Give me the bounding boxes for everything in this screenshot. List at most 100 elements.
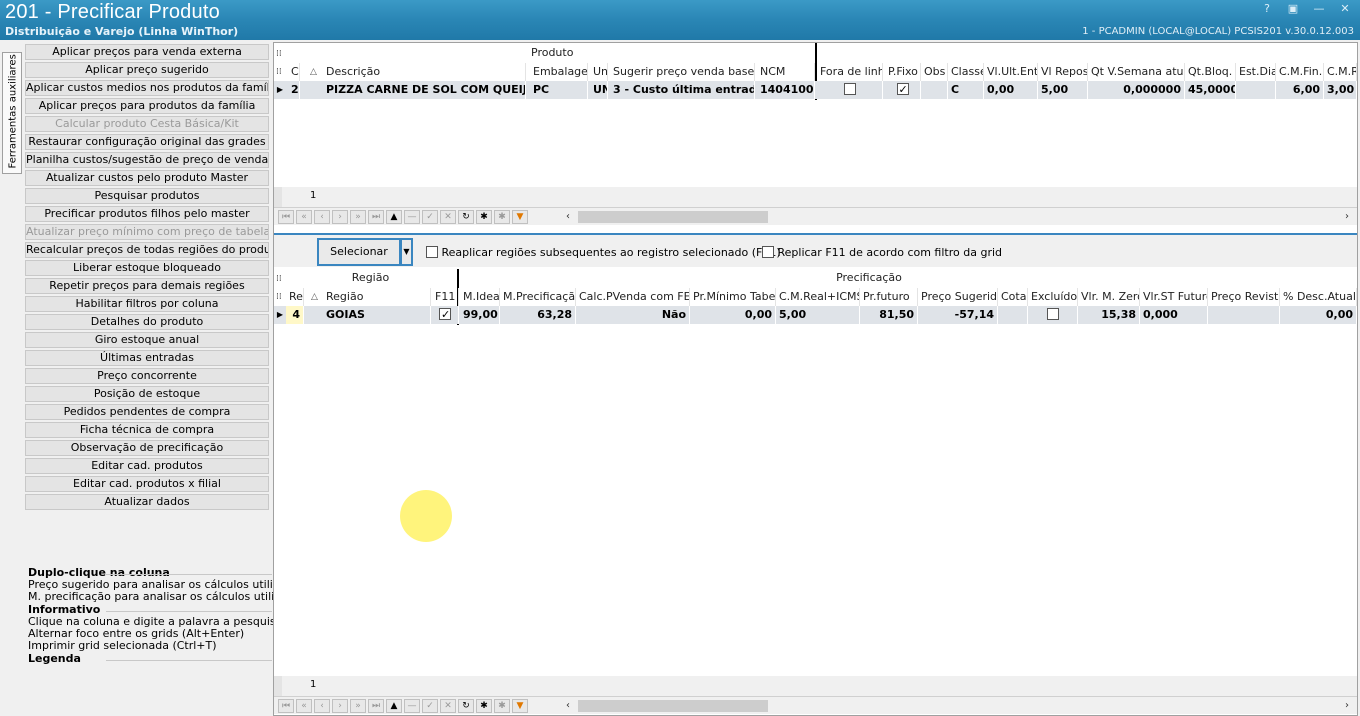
sidebar-button[interactable]: Recalcular preços de todas regiões do pr… [25,242,269,258]
cell-calc-fecp[interactable]: Não [576,306,690,324]
minimize-icon[interactable]: — [1312,2,1326,16]
cancel-icon[interactable]: ✕ [440,210,456,224]
restore-icon[interactable]: ▣ [1286,2,1300,16]
sidebar-button[interactable]: Observação de precificação [25,440,269,456]
sidebar-button[interactable]: Precificar produtos filhos pelo master [25,206,269,222]
column-header[interactable]: Excluído? [1028,288,1078,306]
first-record-icon[interactable]: ⏮ [278,210,294,224]
column-header[interactable]: Preço Sugerido [918,288,998,306]
cell-descricao[interactable]: PIZZA CARNE DE SOL COM QUEIJO [323,81,526,99]
column-header[interactable]: Vlr. M. Zero [1078,288,1140,306]
table-row[interactable]: ▶ 240 PIZZA CARNE DE SOL COM QUEIJOPCUN3 -… [274,81,1357,99]
scroll-left-icon[interactable]: ‹ [560,209,576,225]
chevron-down-icon[interactable]: ▼ [401,238,413,266]
sidebar-button[interactable]: Repetir preços para demais regiões [25,278,269,294]
sidebar-button[interactable]: Editar cad. produtos x filial [25,476,269,492]
cell-classe[interactable]: C [948,81,984,99]
sidebar-button[interactable]: Aplicar custos medios nos produtos da fa… [25,80,269,96]
column-header[interactable]: Classe [948,63,984,81]
sidebar-button[interactable]: Posição de estoque [25,386,269,402]
delete-icon[interactable]: — [404,699,420,713]
close-icon[interactable]: ✕ [1338,2,1352,16]
sidebar-button[interactable]: Atualizar custos pelo produto Master [25,170,269,186]
column-header[interactable]: C.M.Real+ICMS [776,288,860,306]
column-header[interactable]: Cota [998,288,1028,306]
cell-qt-semana[interactable]: 0,000000 [1088,81,1185,99]
sidebar-button[interactable]: Giro estoque anual [25,332,269,348]
sidebar-button[interactable]: Aplicar preços para produtos da família [25,98,269,114]
sidebar-button[interactable]: Editar cad. produtos [25,458,269,474]
sidebar-button[interactable]: Aplicar preços para venda externa [25,44,269,60]
asterisk-icon[interactable]: ✱ [476,210,492,224]
first-record-icon[interactable]: ⏮ [278,699,294,713]
cell-vlr-m-zero[interactable]: 15,38 [1078,306,1140,324]
sidebar-button[interactable]: Restaurar configuração original das grad… [25,134,269,150]
column-header[interactable]: Sugerir preço venda baseado [610,63,755,81]
bookmark-icon[interactable]: ✱ [494,210,510,224]
cell-excluido[interactable] [1028,306,1078,324]
cell-cm-real[interactable]: 5,00 [776,306,860,324]
cell-qt-bloq[interactable]: 45,00000 [1185,81,1236,99]
cell-preco-revista[interactable] [1208,306,1280,324]
help-icon[interactable]: ? [1260,2,1274,16]
prior-page-icon[interactable]: « [296,699,312,713]
sort-ascending-icon[interactable]: △ [311,288,318,306]
selecionar-button[interactable]: Selecionar [317,238,401,266]
column-header[interactable]: Cóc [288,63,300,81]
refresh-icon[interactable]: ↻ [458,210,474,224]
last-record-icon[interactable]: ⏭ [368,699,384,713]
cell-f11[interactable] [432,306,459,324]
scroll-right-icon[interactable]: › [1339,698,1355,714]
cell-ncm[interactable]: 14041000 [757,81,815,99]
column-header[interactable]: Vl Repos. [1038,63,1088,81]
cell-sugerir[interactable]: 3 - Custo última entrada [610,81,755,99]
next-page-icon[interactable]: » [350,210,366,224]
scroll-right-icon[interactable]: › [1339,209,1355,225]
column-header[interactable]: Preço Revista [1208,288,1280,306]
sort-ascending-icon[interactable]: △ [310,63,317,81]
cell-cm-r[interactable]: 3,00 [1324,81,1357,99]
fora-linha-checkbox[interactable] [843,83,856,95]
column-header[interactable]: Pr.Mínimo Tabela [690,288,776,306]
replicar-checkbox[interactable] [762,246,774,258]
excluido-checkbox[interactable] [1046,308,1059,320]
cell-p-fixo[interactable] [885,81,921,99]
asterisk-icon[interactable]: ✱ [476,699,492,713]
post-icon[interactable]: ✓ [422,210,438,224]
insert-icon[interactable]: ▲ [386,210,402,224]
cell-vl-repos[interactable]: 5,00 [1038,81,1088,99]
column-header[interactable]: C.M.R [1324,63,1357,81]
region-h-scrollbar[interactable]: ‹ › [560,698,1357,714]
column-header[interactable]: C.M.Fin. [1276,63,1324,81]
next-page-icon[interactable]: » [350,699,366,713]
sidebar-button[interactable]: Últimas entradas [25,350,269,366]
scroll-left-icon[interactable]: ‹ [560,698,576,714]
delete-icon[interactable]: — [404,210,420,224]
column-header[interactable]: Un [590,63,608,81]
column-header[interactable]: Obs [921,63,948,81]
next-record-icon[interactable]: › [332,210,348,224]
column-header[interactable]: M.Ideal [460,288,500,306]
sidebar-button[interactable]: Atualizar dados [25,494,269,510]
column-header[interactable]: P.Fixo [885,63,921,81]
sidebar-button[interactable]: Preço concorrente [25,368,269,384]
reaplicar-option[interactable]: Reaplicar regiões subsequentes ao regist… [426,246,781,259]
cell-fora-linha[interactable] [817,81,883,99]
cell-codigo[interactable]: 240 [288,81,300,99]
sidebar-button[interactable]: Planilha custos/sugestão de preço de ven… [25,152,269,168]
product-h-scrollbar[interactable]: ‹ › [560,209,1357,225]
sidebar-button[interactable]: Pesquisar produtos [25,188,269,204]
cell-vl-ult-ent[interactable]: 0,00 [984,81,1038,99]
column-header[interactable]: NCM [757,63,815,81]
insert-icon[interactable]: ▲ [386,699,402,713]
cell-obs[interactable] [921,81,948,99]
cell-preco-sug[interactable]: -57,14 [918,306,998,324]
sidebar-button[interactable]: Habilitar filtros por coluna [25,296,269,312]
cell-vlr-st-futuro[interactable]: 0,000 [1140,306,1208,324]
scroll-thumb[interactable] [578,700,768,712]
cell-un[interactable]: UN [590,81,608,99]
sidebar-button[interactable]: Pedidos pendentes de compra [25,404,269,420]
column-header[interactable]: Vl.Ult.Ent. [984,63,1038,81]
sidebar-button[interactable]: Ficha técnica de compra [25,422,269,438]
refresh-icon[interactable]: ↻ [458,699,474,713]
